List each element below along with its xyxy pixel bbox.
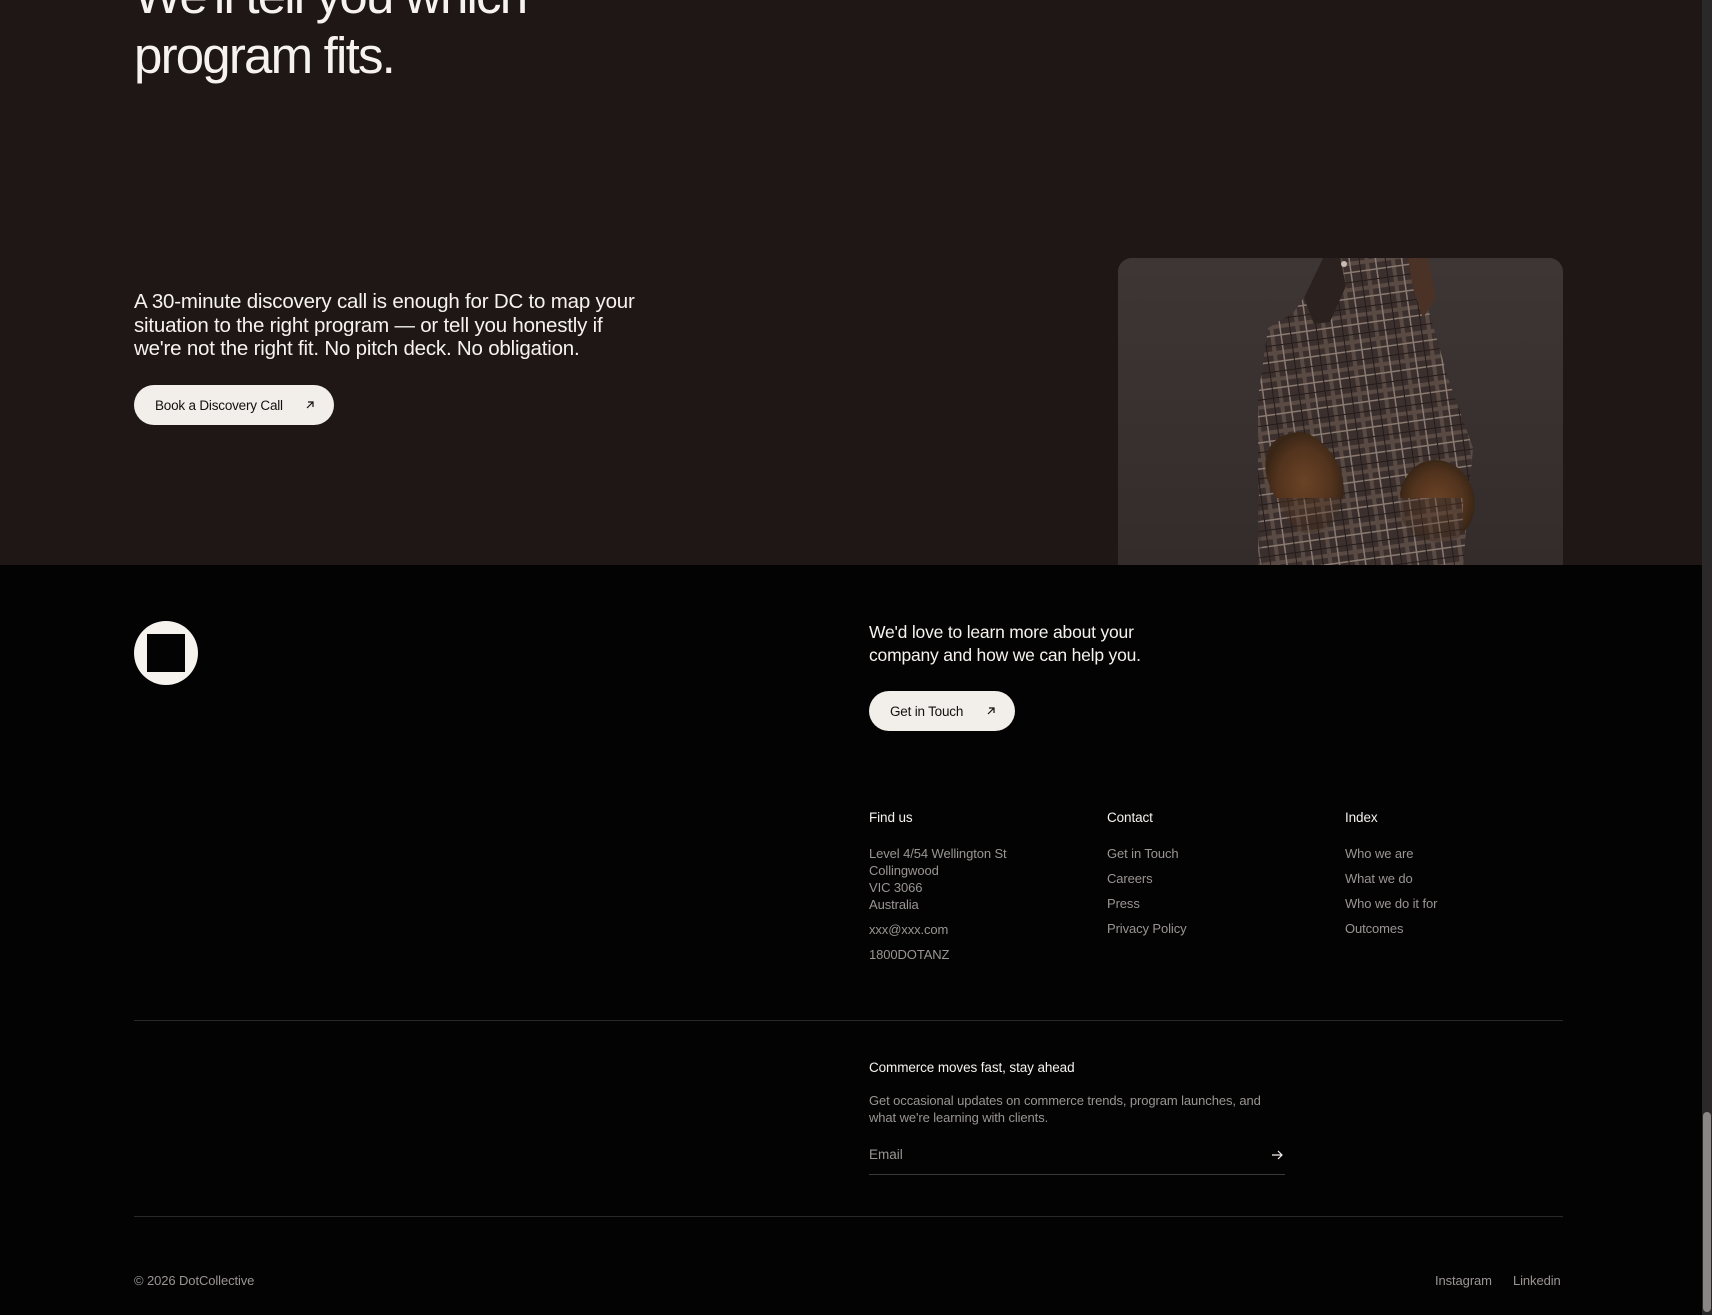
newsletter-form (869, 1142, 1285, 1175)
newsletter-description: Get occasional updates on commerce trend… (869, 1093, 1261, 1125)
find-us-heading: Find us (869, 810, 913, 825)
address-line: Collingwood (869, 863, 939, 878)
footer-divider (134, 1216, 1563, 1217)
book-discovery-call-label: Book a Discovery Call (155, 397, 283, 413)
index-link-who-we-do-it-for[interactable]: Who we do it for (1345, 895, 1545, 912)
linkedin-link[interactable]: Linkedin (1513, 1273, 1561, 1288)
footer-divider (134, 1020, 1563, 1021)
dot-collective-logo[interactable] (134, 621, 198, 685)
contact-link-privacy-policy[interactable]: Privacy Policy (1107, 920, 1307, 937)
newsletter-title: Commerce moves fast, stay ahead (869, 1060, 1075, 1075)
index-link-outcomes[interactable]: Outcomes (1345, 920, 1545, 937)
scrollbar-thumb[interactable] (1703, 1112, 1711, 1312)
arrow-up-right-icon (306, 401, 314, 409)
index-link-what-we-do[interactable]: What we do (1345, 870, 1545, 887)
contact-link-press[interactable]: Press (1107, 895, 1307, 912)
hero-title-line-1: We'll tell you which (134, 0, 528, 26)
copyright-text: © 2026 DotCollective (134, 1273, 255, 1288)
hero-title: We'll tell you which program fits. (134, 0, 528, 86)
email-link[interactable]: xxx@xxx.com (869, 921, 1089, 938)
contact-column: Contact Get in Touch Careers Press Priva… (1107, 810, 1307, 945)
book-discovery-call-button[interactable]: Book a Discovery Call (134, 385, 334, 425)
scrollbar-track[interactable] (1702, 0, 1712, 1315)
address-line: Level 4/54 Wellington St (869, 846, 1007, 861)
hero-photo (1118, 258, 1563, 565)
footer-lead-text: We'd love to learn more about your compa… (869, 622, 1141, 665)
address-line: VIC 3066 (869, 880, 923, 895)
newsletter-email-input[interactable] (869, 1144, 1229, 1164)
index-heading: Index (1345, 810, 1378, 825)
discovery-section: We'll tell you which program fits. A 30-… (0, 0, 1702, 565)
get-in-touch-button[interactable]: Get in Touch (869, 691, 1015, 731)
instagram-link[interactable]: Instagram (1435, 1273, 1492, 1288)
address-line: Australia (869, 897, 919, 912)
model-in-plaid-coat-image (1118, 258, 1563, 565)
get-in-touch-label: Get in Touch (890, 703, 964, 719)
hero-description: A 30-minute discovery call is enough for… (134, 290, 635, 360)
arrow-right-icon[interactable] (1269, 1147, 1285, 1163)
contact-link-get-in-touch[interactable]: Get in Touch (1107, 845, 1307, 862)
contact-link-careers[interactable]: Careers (1107, 870, 1307, 887)
address: Level 4/54 Wellington St Collingwood VIC… (869, 845, 1089, 913)
contact-heading: Contact (1107, 810, 1153, 825)
hero-title-line-2: program fits. (134, 27, 396, 84)
phone-link[interactable]: 1800DOTANZ (869, 946, 1089, 963)
find-us-column: Find us Level 4/54 Wellington St Colling… (869, 810, 1089, 971)
arrow-up-right-icon (987, 707, 995, 715)
logo-square-mark (147, 634, 185, 672)
index-link-who-we-are[interactable]: Who we are (1345, 845, 1545, 862)
index-column: Index Who we are What we do Who we do it… (1345, 810, 1545, 945)
